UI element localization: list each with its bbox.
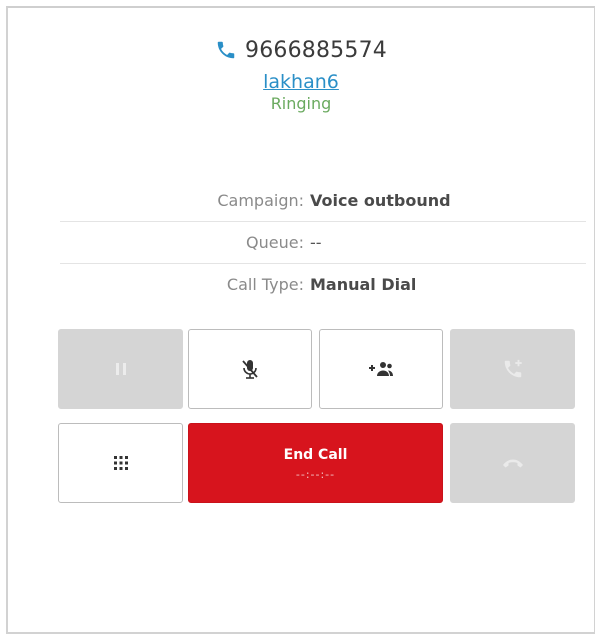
transfer-call-icon <box>502 358 524 380</box>
hangup-button[interactable] <box>450 423 575 503</box>
contact-name-link[interactable]: lakhan6 <box>8 70 594 94</box>
add-participant-icon <box>368 360 394 378</box>
dialpad-button[interactable] <box>58 423 183 503</box>
queue-label: Queue: <box>246 233 304 252</box>
mute-microphone-icon <box>240 358 260 380</box>
queue-value: -- <box>310 233 322 252</box>
call-type-label: Call Type: <box>226 275 304 294</box>
phone-number: 9666885574 <box>245 37 387 63</box>
hold-button[interactable] <box>58 329 183 409</box>
queue-row: Queue: -- <box>60 222 586 264</box>
call-status: Ringing <box>270 94 332 113</box>
add-participant-button[interactable] <box>319 329 443 409</box>
campaign-value: Voice outbound <box>310 191 451 210</box>
transfer-call-button[interactable] <box>450 329 575 409</box>
campaign-row: Campaign: Voice outbound <box>60 180 586 222</box>
scrollbar-track <box>595 0 606 641</box>
end-call-button[interactable]: End Call --:--:-- <box>188 423 443 503</box>
hold-icon <box>114 361 128 377</box>
call-type-row: Call Type: Manual Dial <box>60 264 586 305</box>
campaign-label: Campaign: <box>217 191 304 210</box>
hangup-icon <box>501 456 525 470</box>
phone-row: 9666885574 <box>215 34 387 66</box>
mute-button[interactable] <box>188 329 312 409</box>
call-panel: 9666885574 lakhan6 Ringing Campaign: Voi… <box>6 6 596 634</box>
end-call-label: End Call <box>283 446 348 463</box>
call-type-value: Manual Dial <box>310 275 417 294</box>
dialpad-icon <box>113 456 128 470</box>
call-details: Campaign: Voice outbound Queue: -- Call … <box>60 180 586 305</box>
call-timer: --:--:-- <box>295 467 336 481</box>
phone-icon <box>215 39 237 61</box>
call-header: 9666885574 lakhan6 Ringing <box>8 34 594 114</box>
